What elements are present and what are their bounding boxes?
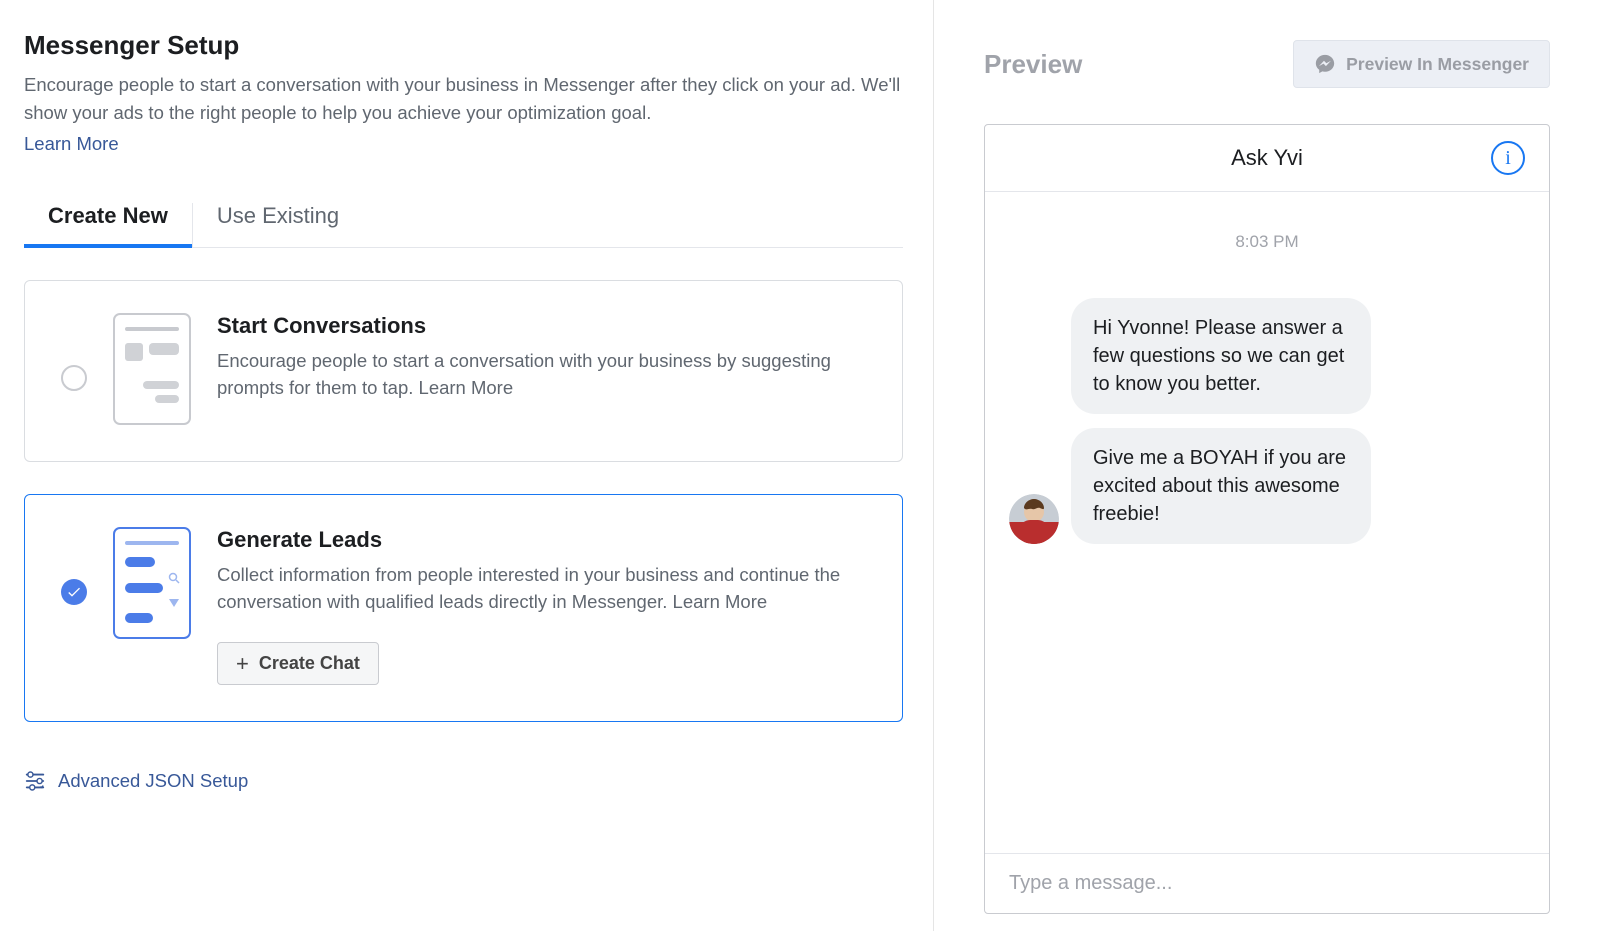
chat-message-bubble: Give me a BOYAH if you are excited about… — [1071, 428, 1371, 544]
create-chat-label: Create Chat — [259, 653, 360, 674]
option-title: Generate Leads — [217, 527, 864, 553]
chat-message-input[interactable] — [1009, 872, 1525, 895]
start-conversations-learn-more-link[interactable]: Learn More — [419, 377, 514, 398]
chat-timestamp: 8:03 PM — [1009, 232, 1525, 252]
option-generate-leads[interactable]: Generate Leads Collect information from … — [24, 494, 903, 723]
chat-input-area — [985, 853, 1549, 913]
chat-title: Ask Yvi — [1231, 145, 1303, 171]
page-description: Encourage people to start a conversation… — [24, 71, 903, 127]
preview-panel: Preview Preview In Messenger Ask Yvi i 8… — [934, 0, 1600, 931]
chat-message-row: Hi Yvonne! Please answer a few questions… — [1009, 298, 1525, 414]
chat-message-row: Give me a BOYAH if you are excited about… — [1009, 428, 1525, 544]
chat-header: Ask Yvi i — [985, 125, 1549, 192]
preview-heading: Preview — [984, 49, 1082, 80]
page-title: Messenger Setup — [24, 30, 903, 61]
advanced-json-label: Advanced JSON Setup — [58, 770, 248, 792]
tabs-container: Create New Use Existing — [24, 203, 903, 248]
option-start-conversations[interactable]: Start Conversations Encourage people to … — [24, 280, 903, 462]
messenger-icon — [1314, 53, 1336, 75]
advanced-json-setup-link[interactable]: Advanced JSON Setup — [24, 770, 903, 792]
info-icon[interactable]: i — [1491, 141, 1525, 175]
radio-generate-leads[interactable] — [61, 579, 87, 605]
option-title: Start Conversations — [217, 313, 864, 339]
setup-panel: Messenger Setup Encourage people to star… — [0, 0, 934, 931]
tab-use-existing[interactable]: Use Existing — [192, 203, 363, 247]
avatar — [1009, 494, 1059, 544]
generate-leads-learn-more-link[interactable]: Learn More — [673, 591, 768, 612]
preview-in-messenger-button[interactable]: Preview In Messenger — [1293, 40, 1550, 88]
tab-create-new[interactable]: Create New — [24, 203, 192, 247]
start-conversations-illustration — [113, 313, 191, 425]
chat-message-bubble: Hi Yvonne! Please answer a few questions… — [1071, 298, 1371, 414]
radio-start-conversations[interactable] — [61, 365, 87, 391]
header-learn-more-link[interactable]: Learn More — [24, 133, 119, 155]
chat-preview: Ask Yvi i 8:03 PM Hi Yvonne! Please answ… — [984, 124, 1550, 914]
preview-button-label: Preview In Messenger — [1346, 54, 1529, 75]
option-description: Encourage people to start a conversation… — [217, 350, 831, 399]
generate-leads-illustration — [113, 527, 191, 639]
create-chat-button[interactable]: + Create Chat — [217, 642, 379, 685]
sliders-icon — [24, 770, 46, 792]
